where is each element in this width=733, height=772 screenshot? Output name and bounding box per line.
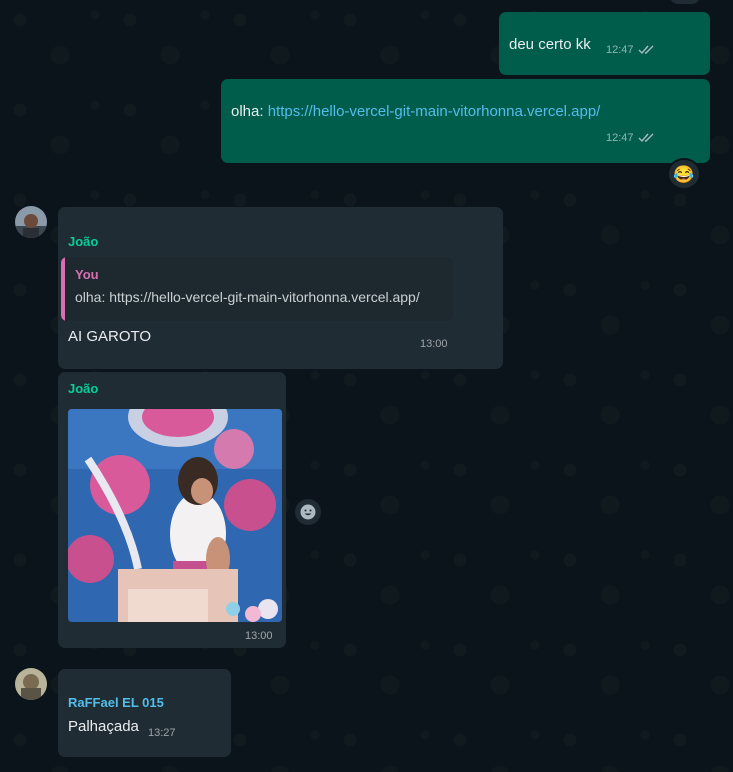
- incoming-message-bubble[interactable]: RaFFael EL 015 Palhaçada 13:27: [58, 669, 231, 757]
- message-text: Palhaçada: [68, 718, 139, 735]
- partial-reaction-top: [668, 0, 702, 6]
- message-time: 13:27: [148, 727, 176, 739]
- incoming-message-bubble[interactable]: João You olha: https://hello-vercel-git-…: [58, 207, 503, 369]
- outgoing-link-message-bubble[interactable]: olha: https://hello-vercel-git-main-vito…: [221, 79, 710, 163]
- double-check-icon: [638, 133, 654, 143]
- quote-text: olha: https://hello-vercel-git-main-vito…: [75, 289, 420, 305]
- message-time: 12:47: [606, 44, 634, 56]
- message-text: AI GAROTO: [68, 328, 152, 345]
- react-emoji-button[interactable]: [295, 499, 321, 525]
- avatar[interactable]: [15, 668, 47, 700]
- message-link[interactable]: https://hello-vercel-git-main-vitorhonna…: [268, 103, 601, 120]
- laughing-emoji-icon: 😂: [673, 164, 695, 184]
- avatar[interactable]: [15, 206, 47, 238]
- incoming-image-message-bubble[interactable]: João 13:00: [58, 372, 286, 648]
- quoted-message[interactable]: You olha: https://hello-vercel-git-main-…: [61, 257, 453, 321]
- message-time: 13:00: [420, 338, 448, 350]
- double-check-icon: [638, 45, 654, 55]
- outgoing-message-bubble[interactable]: deu certo kk 12:47: [499, 12, 710, 75]
- quote-author: You: [75, 267, 99, 282]
- sender-name[interactable]: João: [68, 381, 98, 396]
- quote-accent-bar: [61, 257, 65, 321]
- message-reaction[interactable]: 😂: [667, 158, 701, 190]
- message-text: olha: https://hello-vercel-git-main-vito…: [231, 103, 600, 120]
- sender-name[interactable]: João: [68, 234, 98, 249]
- sender-name[interactable]: RaFFael EL 015: [68, 695, 164, 710]
- smiley-icon: [300, 504, 316, 520]
- message-time: 13:00: [245, 630, 273, 642]
- message-text: deu certo kk: [509, 36, 591, 53]
- message-prefix: olha:: [231, 103, 268, 120]
- gif-thumbnail[interactable]: [68, 409, 282, 622]
- message-time: 12:47: [606, 132, 634, 144]
